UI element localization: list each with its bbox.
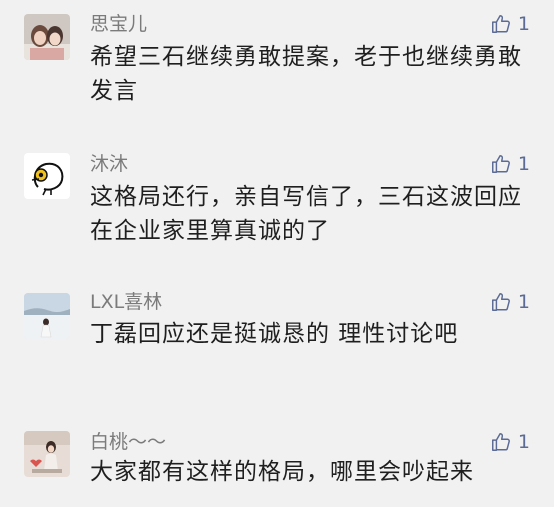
avatar[interactable] [24, 431, 70, 477]
like-button[interactable]: 1 [490, 290, 530, 314]
like-button[interactable]: 1 [490, 152, 530, 176]
like-count: 1 [517, 153, 530, 175]
comment-text: 丁磊回应还是挺诚恳的 理性讨论吧 [90, 321, 459, 347]
commenter-name[interactable]: 思宝儿 [90, 12, 147, 36]
commenter-name[interactable]: LXL喜林 [90, 290, 162, 314]
like-button[interactable]: 1 [490, 12, 530, 36]
comment-text: 这格局还行，亲自写信了，三石这波回应在企业家里算真诚的了 [90, 184, 522, 244]
commenter-name[interactable]: 沐沐 [90, 152, 128, 176]
avatar-photo-icon [24, 293, 70, 339]
avatar-chick-icon [24, 153, 70, 199]
thumbs-up-icon [491, 155, 510, 173]
comment-item: 白桃～～ 1 大家都有这样的格局，哪里会吵起来 [0, 420, 554, 507]
comment-item: 思宝儿 1 希望三石继续勇敢提案，老于也继续勇敢发言 [0, 0, 554, 140]
comment-text: 大家都有这样的格局，哪里会吵起来 [90, 459, 474, 485]
comment-item: LXL喜林 1 丁磊回应还是挺诚恳的 理性讨论吧 [0, 280, 554, 420]
commenter-name[interactable]: 白桃～～ [90, 430, 166, 454]
thumbs-up-icon [491, 433, 510, 451]
like-count: 1 [517, 13, 530, 35]
like-count: 1 [517, 431, 530, 453]
comment-item: 沐沐 1 这格局还行，亲自写信了，三石这波回应在企业家里算真诚的了 [0, 140, 554, 280]
thumbs-up-icon [491, 15, 510, 33]
thumbs-up-icon [491, 293, 510, 311]
avatar[interactable] [24, 14, 70, 60]
avatar-photo-icon [24, 431, 70, 477]
avatar[interactable] [24, 293, 70, 339]
like-button[interactable]: 1 [490, 430, 530, 454]
avatar[interactable] [24, 153, 70, 199]
comment-text: 希望三石继续勇敢提案，老于也继续勇敢发言 [90, 44, 522, 104]
avatar-photo-icon [24, 14, 70, 60]
like-count: 1 [517, 291, 530, 313]
